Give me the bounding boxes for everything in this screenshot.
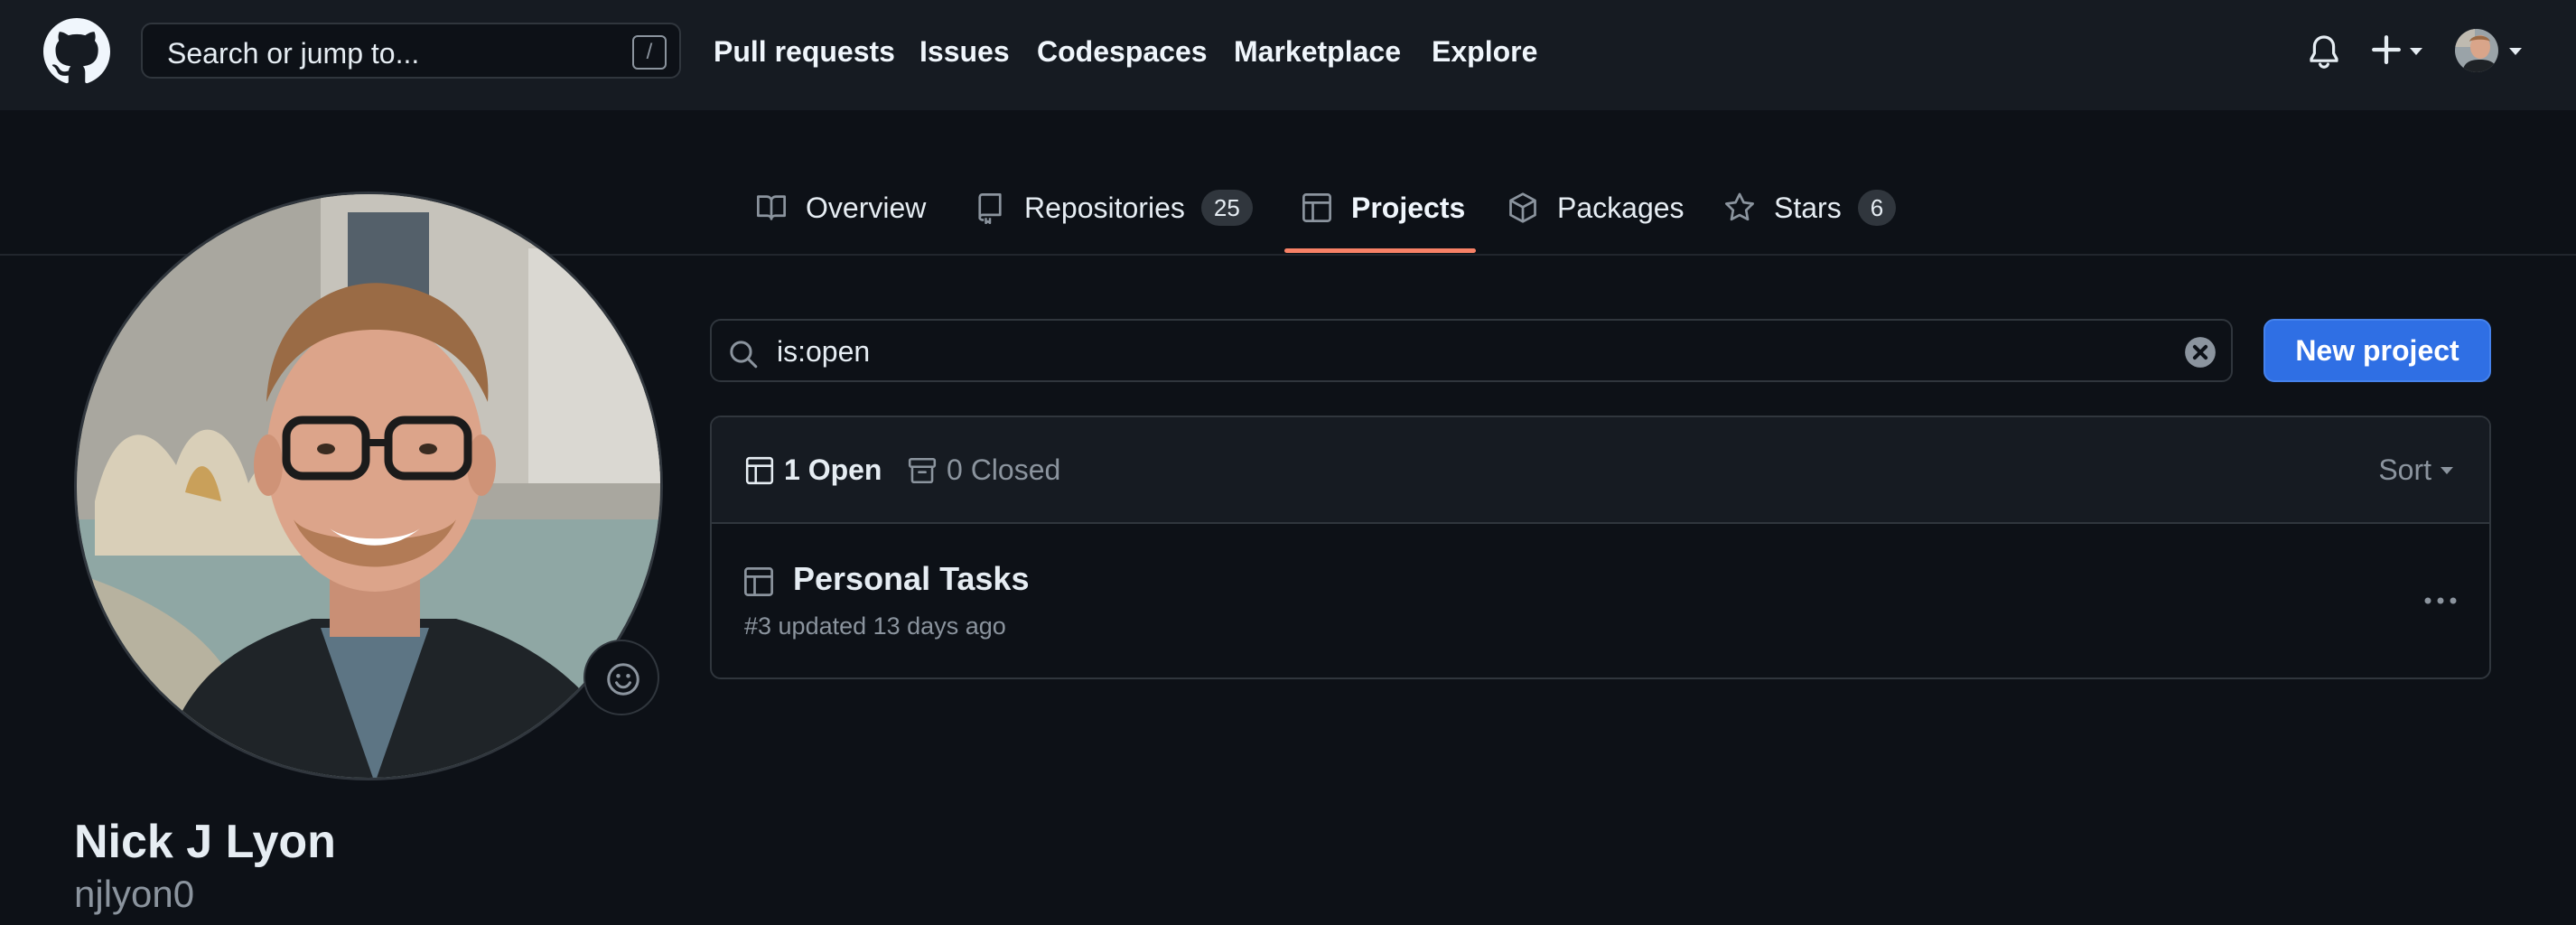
- closed-projects-filter[interactable]: 0 Closed: [907, 453, 1060, 487]
- archive-icon: [908, 457, 937, 483]
- sort-label: Sort: [2378, 453, 2431, 486]
- table-icon: [744, 567, 773, 596]
- search-icon: [730, 341, 758, 369]
- tab-repositories[interactable]: Repositories 25: [974, 184, 1253, 231]
- profile-avatar[interactable]: [74, 192, 663, 780]
- projects-list: 1 Open 0 Closed Sort Personal Tasks #3 u…: [710, 416, 2491, 679]
- project-meta: #3 updated 13 days ago: [744, 612, 1006, 640]
- nav-marketplace[interactable]: Marketplace: [1234, 34, 1401, 69]
- global-header: Search or jump to... / Pull requests Iss…: [0, 0, 2576, 110]
- github-logo-icon[interactable]: [43, 18, 110, 85]
- tab-overview[interactable]: Overview: [755, 184, 926, 231]
- profile-name: Nick J Lyon: [74, 816, 336, 868]
- projects-filter-input[interactable]: is:open: [710, 319, 2233, 382]
- table-icon: [1302, 193, 1331, 222]
- tab-packages[interactable]: Packages: [1507, 184, 1685, 231]
- nav-explore[interactable]: Explore: [1432, 34, 1537, 69]
- nav-pull-requests[interactable]: Pull requests: [714, 34, 895, 69]
- project-title-link[interactable]: Personal Tasks: [793, 560, 1029, 598]
- tab-packages-label: Packages: [1557, 191, 1685, 224]
- notifications-bell-icon[interactable]: [2308, 34, 2340, 70]
- global-search-input[interactable]: Search or jump to... /: [141, 23, 681, 79]
- chevron-down-icon: [2441, 466, 2453, 474]
- tab-repositories-label: Repositories: [1024, 191, 1185, 224]
- search-placeholder: Search or jump to...: [167, 37, 420, 70]
- create-new-plus-icon[interactable]: [2371, 34, 2402, 65]
- tab-stars[interactable]: Stars 6: [1723, 184, 1897, 231]
- open-projects-filter[interactable]: 1 Open: [744, 453, 882, 487]
- profile-username: njlyon0: [74, 873, 195, 915]
- set-status-button[interactable]: [583, 640, 659, 715]
- projects-list-header: 1 Open 0 Closed Sort: [712, 417, 2489, 524]
- nav-issues[interactable]: Issues: [919, 34, 1010, 69]
- filter-value: is:open: [777, 335, 871, 368]
- package-icon: [1509, 192, 1536, 223]
- table-icon: [745, 456, 774, 484]
- book-icon: [757, 195, 786, 220]
- open-projects-label: 1 Open: [784, 453, 882, 486]
- new-project-button[interactable]: New project: [2263, 319, 2491, 382]
- kebab-menu-icon[interactable]: [2422, 594, 2459, 607]
- tab-projects[interactable]: Projects: [1301, 184, 1465, 231]
- user-avatar-small[interactable]: [2455, 29, 2498, 72]
- create-dropdown-caret-icon[interactable]: [2408, 46, 2424, 57]
- stars-count-badge: 6: [1857, 190, 1897, 226]
- tab-overview-label: Overview: [806, 191, 927, 224]
- clear-filter-icon[interactable]: [2184, 336, 2217, 369]
- search-shortcut-key: /: [632, 35, 667, 70]
- smiley-icon: [607, 663, 639, 696]
- sort-dropdown[interactable]: Sort: [2378, 453, 2455, 487]
- active-tab-underline: [1284, 248, 1476, 253]
- closed-projects-label: 0 Closed: [947, 453, 1061, 486]
- tab-stars-label: Stars: [1774, 191, 1842, 224]
- nav-codespaces[interactable]: Codespaces: [1037, 34, 1208, 69]
- star-icon: [1725, 192, 1754, 221]
- user-menu-caret-icon[interactable]: [2507, 46, 2524, 57]
- repositories-count-badge: 25: [1200, 190, 1253, 226]
- repo-icon: [978, 193, 1002, 224]
- tab-projects-label: Projects: [1351, 191, 1466, 224]
